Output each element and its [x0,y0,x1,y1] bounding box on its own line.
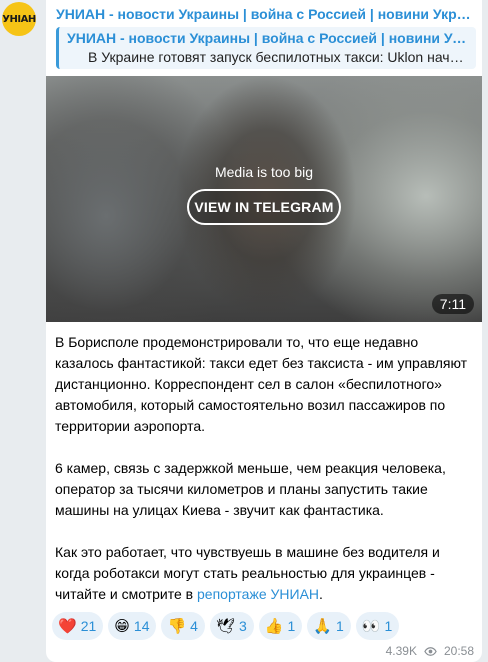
thumbs-down-icon: 👎 [167,616,187,635]
reactions-bar: ❤️ 21 😁 14 👎 4 🕊 3 👍 1 🙏 1 👀 1 [52,612,472,640]
channel-title[interactable]: УНИАН - новости Украины | война с Россие… [56,6,476,22]
reaction-count: 1 [287,618,296,634]
reaction-pray[interactable]: 🙏 1 [307,612,351,640]
paragraph-1: В Борисполе продемонстрировали то, что е… [55,334,468,434]
report-link[interactable]: репортаже УНИАН [197,586,319,602]
message-footer: 4.39K 20:58 [386,644,474,658]
media-too-big-note: Media is too big [214,164,314,180]
reply-quote[interactable]: УНИАН - новости Украины | война с Россие… [56,27,476,69]
reaction-count: 1 [335,618,344,634]
thumbs-up-icon: 👍 [264,616,284,635]
reaction-heart[interactable]: ❤️ 21 [52,612,104,640]
dove-icon: 🕊 [215,616,236,635]
reaction-dove[interactable]: 🕊 3 [209,612,254,640]
eye-icon [424,646,437,656]
paragraph-2: 6 камер, связь с задержкой меньше, чем р… [55,460,446,518]
reply-text: В Украине готовят запуск беспилотных так… [88,49,470,65]
message-bubble: УНИАН - новости Украины | война с Россие… [46,0,482,662]
heart-icon: ❤️ [58,616,77,635]
paragraph-3: Как это работает, что чувствуешь в машин… [55,542,475,605]
reaction-count: 4 [190,618,198,634]
view-in-telegram-button[interactable]: VIEW IN TELEGRAM [187,189,341,225]
reaction-thumbs-up[interactable]: 👍 1 [258,612,303,640]
avatar-logo-text: УНІАН [2,13,36,25]
reaction-grin[interactable]: 😁 14 [108,612,157,640]
reaction-count: 3 [239,618,247,634]
pray-icon: 🙏 [313,616,332,635]
video-duration: 7:11 [431,294,474,314]
paragraph-3-suffix: . [319,586,323,602]
reaction-count: 1 [384,618,393,634]
video-preview[interactable]: Media is too big VIEW IN TELEGRAM 7:11 [46,76,482,322]
reply-title: УНИАН - новости Украины | война с Россие… [67,30,470,46]
grin-icon: 😁 [114,616,130,635]
reaction-eyes[interactable]: 👀 1 [355,612,400,640]
message-text: В Борисполе продемонстрировали то, что е… [55,332,475,605]
view-count: 4.39K [385,644,417,658]
reaction-count: 14 [133,618,150,634]
eyes-icon: 👀 [361,616,381,635]
reaction-count: 21 [80,618,97,634]
message-time: 20:58 [443,644,474,658]
reaction-thumbs-down[interactable]: 👎 4 [161,612,205,640]
channel-avatar[interactable]: УНІАН [2,2,36,36]
